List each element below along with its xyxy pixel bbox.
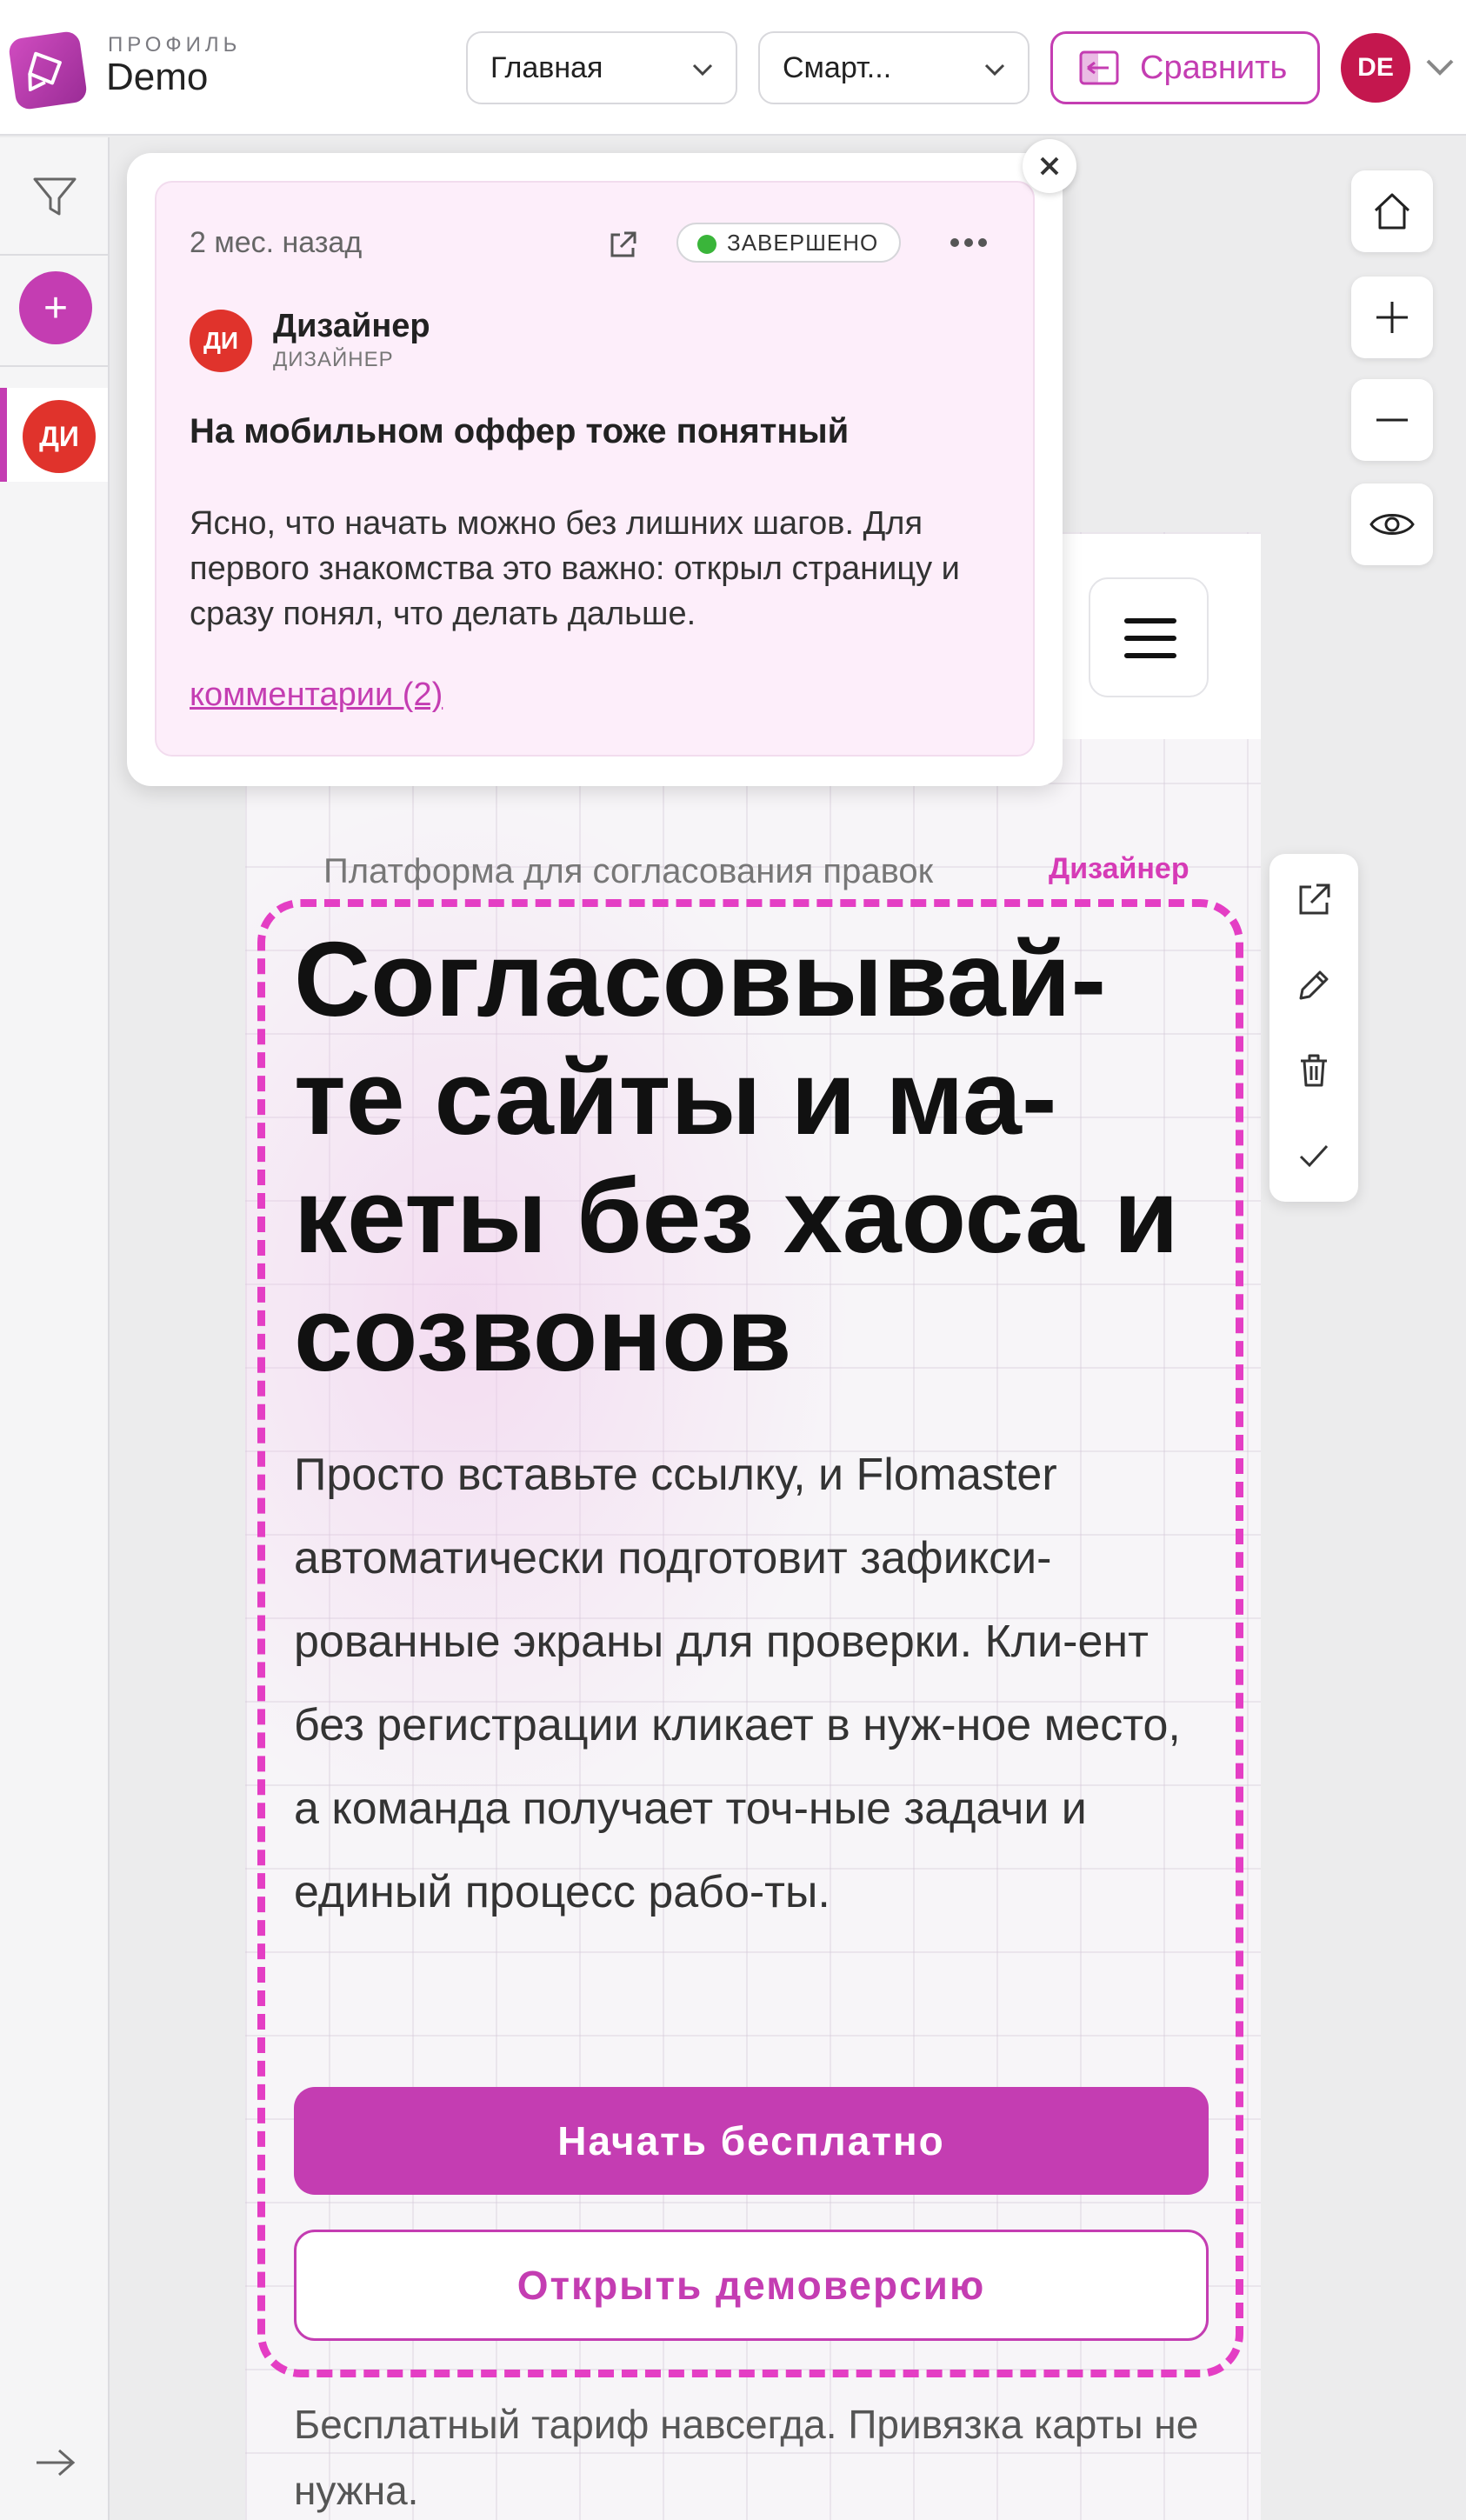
preview-eyebrow: Платформа для согласования правок	[323, 852, 934, 890]
zoom-out-button[interactable]	[1351, 379, 1433, 461]
close-icon	[1040, 157, 1059, 176]
comment-author-role: ДИЗАЙНЕР	[273, 348, 394, 371]
left-sidebar: + ДИ	[0, 137, 110, 2520]
preview-menu-button[interactable]	[1089, 577, 1209, 697]
check-icon[interactable]	[1294, 1136, 1334, 1176]
comment-title: На мобильном оффер тоже понятный	[190, 412, 850, 450]
preview-hero-text: Просто вставьте ссылку, и Flomaster авто…	[294, 1450, 1181, 1917]
marker-icon	[28, 51, 62, 92]
comment-popup: 2 мес. назад ЗАВЕРШЕНО ДИ Дизайнер ДИЗАЙ…	[127, 153, 1063, 786]
top-bar: ПРОФИЛЬ Demo Главная Смарт... Сравнить D…	[0, 0, 1466, 136]
compare-icon	[1079, 50, 1119, 85]
status-badge[interactable]: ЗАВЕРШЕНО	[676, 223, 902, 263]
status-label: ЗАВЕРШЕНО	[727, 229, 879, 256]
external-link-icon[interactable]	[1294, 880, 1334, 920]
comment-card: 2 мес. назад ЗАВЕРШЕНО ДИ Дизайнер ДИЗАЙ…	[155, 181, 1035, 757]
comment-body: Ясно, что начать можно без лишних шагов.…	[190, 505, 960, 632]
home-button[interactable]	[1351, 170, 1433, 252]
arrow-right-icon[interactable]	[33, 2445, 78, 2480]
chevron-down-icon	[692, 63, 713, 77]
minus-icon	[1376, 418, 1408, 422]
device-select[interactable]: Смарт...	[758, 31, 1030, 104]
home-icon	[1374, 193, 1410, 230]
comments-link[interactable]: комментарии (2)	[190, 677, 443, 714]
toggle-visibility-button[interactable]	[1351, 483, 1433, 565]
preview-open-demo-button[interactable]: Открыть демоверсию	[294, 2230, 1209, 2341]
user-avatar[interactable]: DE	[1341, 33, 1410, 103]
menu-icon	[1124, 618, 1176, 658]
reviewer-avatar[interactable]: ДИ	[23, 400, 96, 473]
preview-hero-title: Согласовывай-те сайты и ма-кеты без хаос…	[294, 920, 1179, 1393]
filter-icon[interactable]	[31, 176, 78, 219]
pencil-icon[interactable]	[1294, 965, 1334, 1005]
external-link-icon[interactable]	[607, 230, 638, 261]
compare-label: Сравнить	[1140, 49, 1288, 86]
eye-icon	[1369, 514, 1415, 535]
preview-start-free-button[interactable]: Начать бесплатно	[294, 2087, 1209, 2195]
profile-label: ПРОФИЛЬ	[108, 33, 242, 57]
app-logo[interactable]	[7, 30, 89, 111]
device-select-value: Смарт...	[783, 50, 892, 84]
comment-author-name: Дизайнер	[273, 308, 430, 344]
zoom-in-button[interactable]	[1351, 277, 1433, 358]
page-select-value: Главная	[490, 50, 603, 84]
page-select[interactable]: Главная	[466, 31, 737, 104]
comment-time: 2 мес. назад	[190, 226, 363, 259]
plus-icon	[1376, 302, 1408, 333]
profile-name[interactable]: Demo	[106, 56, 208, 99]
trash-icon[interactable]	[1294, 1050, 1334, 1090]
comment-pin-author[interactable]: Дизайнер	[1049, 852, 1189, 886]
sidebar-divider	[0, 365, 110, 367]
chevron-down-icon	[984, 63, 1005, 77]
comment-author-avatar: ДИ	[190, 310, 252, 372]
comment-actions-panel	[1269, 854, 1358, 1202]
preview-free-note: Бесплатный тариф навсегда. Привязка карт…	[294, 2402, 1199, 2513]
more-options-icon[interactable]	[950, 237, 988, 249]
sidebar-divider	[0, 254, 110, 256]
popup-close-button[interactable]	[1023, 139, 1076, 193]
status-dot	[697, 235, 716, 254]
chevron-down-icon[interactable]	[1423, 56, 1457, 80]
add-reviewer-button[interactable]: +	[19, 271, 92, 344]
compare-button[interactable]: Сравнить	[1050, 31, 1320, 104]
